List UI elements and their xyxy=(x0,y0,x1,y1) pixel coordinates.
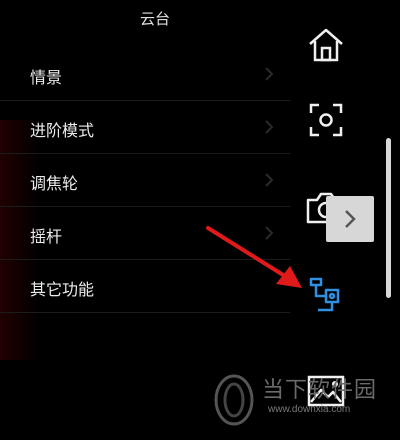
watermark-url: www.downxia.com xyxy=(268,404,351,415)
chevron-right-icon xyxy=(265,67,274,81)
menu-item-advanced-mode[interactable]: 进阶模式 xyxy=(0,101,290,154)
watermark-logo xyxy=(214,374,254,426)
menu-item-label: 摇杆 xyxy=(30,227,63,246)
menu-item-label: 其它功能 xyxy=(30,280,95,299)
menu-item-label: 进阶模式 xyxy=(30,121,95,140)
chevron-right-icon xyxy=(265,120,274,134)
expand-button[interactable] xyxy=(326,196,374,242)
menu-item-scene[interactable]: 情景 xyxy=(0,48,290,101)
focus-frame-icon[interactable] xyxy=(308,102,344,138)
home-icon[interactable] xyxy=(306,26,346,64)
annotation-arrow xyxy=(206,226,302,288)
menu-item-label: 情景 xyxy=(30,68,63,87)
menu-item-label: 调焦轮 xyxy=(30,174,79,193)
scrollbar[interactable] xyxy=(386,138,391,298)
panel-title: 云台 xyxy=(139,10,170,28)
gimbal-icon[interactable] xyxy=(308,276,344,314)
watermark-title: 当下软件园 xyxy=(262,378,378,403)
chevron-right-icon xyxy=(265,173,274,187)
chevron-right-icon xyxy=(345,210,356,228)
menu-item-focus-wheel[interactable]: 调焦轮 xyxy=(0,154,290,207)
